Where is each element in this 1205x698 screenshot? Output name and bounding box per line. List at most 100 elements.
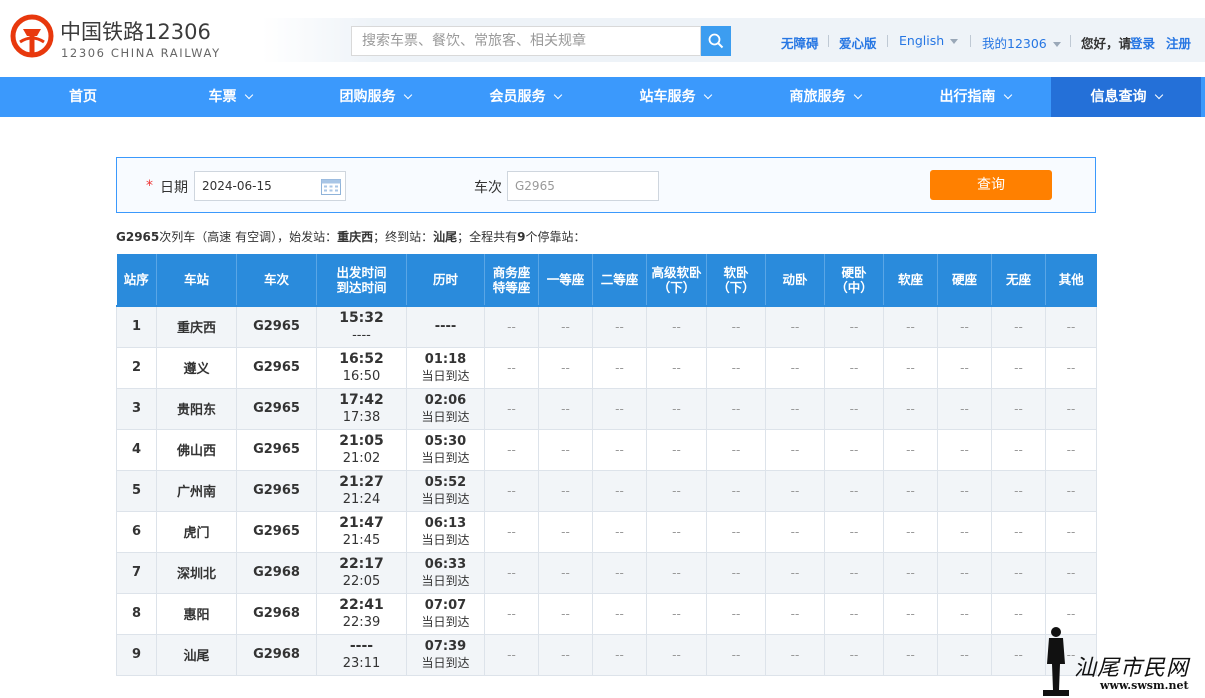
seat-cell: --	[646, 346, 707, 389]
seat-cell: --	[484, 469, 539, 512]
nav-station-service[interactable]: 站车服务	[625, 77, 725, 117]
summary-text: 个停靠站：	[525, 230, 586, 244]
my-12306-dropdown[interactable]: 我的12306	[982, 33, 1061, 52]
train-number-cell: G2965	[236, 510, 317, 553]
seat-cell: --	[538, 305, 593, 348]
duration-cell: 02:06 当日到达	[406, 387, 485, 430]
table-row[interactable]: 5 广州南 G2965 21:27 21:24 05:52 当日到达 -- -- -- -- -- --…	[116, 469, 1097, 512]
time-cell: 16:52 16:50	[316, 346, 407, 389]
seat-cell: --	[706, 387, 766, 430]
nav-tickets[interactable]: 车票	[180, 77, 280, 117]
duration-cell: 05:30 当日到达	[406, 428, 485, 471]
station-cell: 惠阳	[156, 592, 237, 635]
seat-cell: --	[646, 469, 707, 512]
duration-cell: 07:39 当日到达	[406, 633, 485, 676]
register-link[interactable]: 注册	[1166, 33, 1191, 52]
station-cell: 广州南	[156, 469, 237, 512]
login-link[interactable]: 登录	[1130, 33, 1155, 52]
seat-cell: --	[883, 633, 938, 676]
seat-cell: --	[1045, 305, 1097, 348]
query-form: * 日期 2024-06-15 车次 G2965 查询	[116, 157, 1096, 213]
station-cell: 遵义	[156, 346, 237, 389]
seat-cell: --	[646, 305, 707, 348]
table-row[interactable]: 6 虎门 G2965 21:47 21:45 06:13 当日到达 -- -- -- -- -- -- -…	[116, 510, 1097, 553]
table-row[interactable]: 1 重庆西 G2965 15:32 ---- ---- -- -- -- -- -- -- -- -- --…	[116, 305, 1097, 348]
seat-cell: --	[592, 428, 647, 471]
logo-title[interactable]: 中国铁路12306	[60, 16, 211, 46]
time-cell: 15:32 ----	[316, 305, 407, 348]
china-railway-logo-icon[interactable]	[10, 14, 54, 58]
seat-cell: --	[646, 510, 707, 553]
nav-member-service[interactable]: 会员服务	[475, 77, 575, 117]
search-input[interactable]: 搜索车票、餐饮、常旅客、相关规章	[351, 26, 701, 56]
column-header: 高级软卧 （下）	[646, 254, 707, 306]
nav-home[interactable]: 首页	[33, 77, 133, 117]
station-cell: 汕尾	[156, 633, 237, 676]
time-cell: 21:27 21:24	[316, 469, 407, 512]
language-label: English	[899, 33, 945, 48]
table-row[interactable]: 4 佛山西 G2965 21:05 21:02 05:30 当日到达 -- -- -- -- -- --…	[116, 428, 1097, 471]
divider	[1070, 35, 1071, 47]
seat-cell: --	[538, 346, 593, 389]
seat-cell: --	[883, 428, 938, 471]
train-number-cell: G2968	[236, 551, 317, 594]
nav-label: 站车服务	[639, 89, 696, 105]
seat-cell: --	[937, 346, 992, 389]
nav-travel-guide[interactable]: 出行指南	[925, 77, 1025, 117]
seat-cell: --	[1045, 346, 1097, 389]
seat-cell: --	[937, 305, 992, 348]
language-dropdown[interactable]: English	[899, 33, 959, 48]
seat-cell: --	[765, 510, 825, 553]
seat-cell: --	[824, 305, 884, 348]
table-row[interactable]: 2 遵义 G2965 16:52 16:50 01:18 当日到达 -- -- -- -- -- -- -…	[116, 346, 1097, 389]
date-field[interactable]: 2024-06-15	[194, 171, 346, 201]
seat-cell: --	[484, 551, 539, 594]
seat-cell: --	[538, 551, 593, 594]
column-header: 车次	[236, 254, 317, 306]
table-row[interactable]: 8 惠阳 G2968 22:41 22:39 07:07 当日到达 -- -- -- -- -- -- -…	[116, 592, 1097, 635]
table-header-row: 站序 车站 车次 出发时间 到达时间 历时 商务座 特等座 一等座 二等座 高级软卧 （下） 软卧 （下）…	[116, 254, 1097, 306]
summary-text: 次列车（高速 有空调），始发站：	[159, 230, 338, 244]
seat-cell: --	[706, 305, 766, 348]
nav-group-service[interactable]: 团购服务	[325, 77, 425, 117]
duration-cell: 07:07 当日到达	[406, 592, 485, 635]
nav-label: 会员服务	[489, 89, 546, 105]
column-header: 二等座	[592, 254, 647, 306]
nav-label: 信息查询	[1090, 89, 1147, 105]
seat-cell: --	[991, 346, 1046, 389]
calendar-icon[interactable]	[321, 177, 341, 195]
search-button[interactable]	[701, 26, 731, 56]
time-cell: 22:17 22:05	[316, 551, 407, 594]
summary-text: ；全程共有	[457, 230, 518, 244]
seat-cell: --	[484, 633, 539, 676]
train-number-cell: G2965	[236, 305, 317, 348]
nav-business-travel[interactable]: 商旅服务	[775, 77, 875, 117]
station-cell: 重庆西	[156, 305, 237, 348]
table-row[interactable]: 3 贵阳东 G2965 17:42 17:38 02:06 当日到达 -- -- -- -- -- --…	[116, 387, 1097, 430]
seat-cell: --	[706, 551, 766, 594]
elder-mode-link[interactable]: 爱心版	[839, 33, 877, 52]
table-row[interactable]: 9 汕尾 G2968 ---- 23:11 07:39 当日到达 -- -- -- -- -- -- --…	[116, 633, 1097, 676]
train-number-cell: G2965	[236, 346, 317, 389]
seat-cell: --	[706, 592, 766, 635]
seat-cell: --	[538, 428, 593, 471]
seat-cell: --	[824, 633, 884, 676]
query-button[interactable]: 查询	[930, 170, 1052, 200]
date-label: 日期	[160, 180, 188, 196]
chevron-down-icon	[1154, 90, 1163, 100]
seat-cell: --	[646, 551, 707, 594]
time-cell: 21:05 21:02	[316, 428, 407, 471]
accessibility-link[interactable]: 无障碍	[781, 33, 819, 52]
seat-cell: --	[646, 592, 707, 635]
table-row[interactable]: 7 深圳北 G2968 22:17 22:05 06:33 当日到达 -- -- -- -- -- --…	[116, 551, 1097, 594]
time-cell: 21:47 21:45	[316, 510, 407, 553]
train-number-input[interactable]: G2965	[507, 171, 659, 201]
nav-label: 首页	[69, 89, 97, 105]
duration-cell: 06:13 当日到达	[406, 510, 485, 553]
seat-cell: --	[765, 428, 825, 471]
seat-cell: --	[592, 510, 647, 553]
stop-number-cell: 7	[116, 551, 157, 594]
nav-info-query[interactable]: 信息查询	[1051, 77, 1201, 117]
date-value: 2024-06-15	[202, 179, 272, 193]
seat-cell: --	[1045, 428, 1097, 471]
